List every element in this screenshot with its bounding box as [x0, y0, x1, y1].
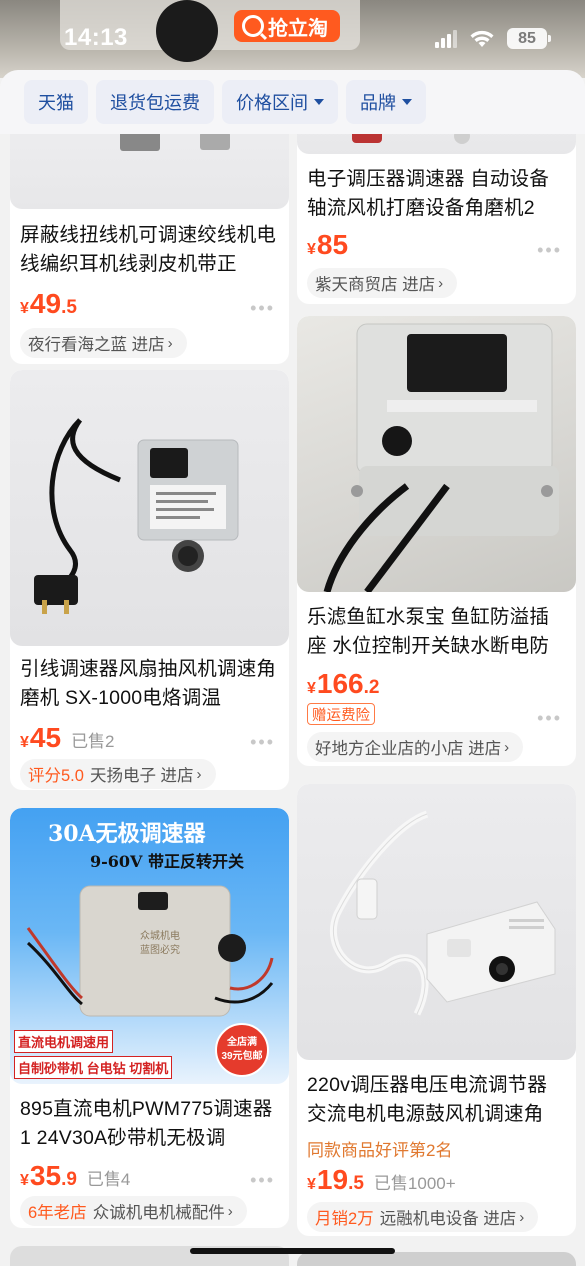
price-currency: ¥: [307, 680, 316, 697]
more-options-icon[interactable]: •••: [250, 732, 275, 753]
chevron-right-icon: ›: [504, 738, 510, 756]
status-time: 14:13: [64, 24, 128, 51]
product-feed[interactable]: 屏蔽线扭线机可调速绞线机电线编织耳机线剥皮机带正 ¥ 49 .5 ••• 夜行看…: [0, 134, 585, 1266]
shop-name: 夜行看海之蓝 进店: [28, 336, 165, 354]
status-bar: 14:13 抢立淘 85: [0, 0, 585, 74]
image-label-2: 自制砂带机 台电钻 切割机: [14, 1056, 173, 1079]
price-decimal: .2: [363, 677, 380, 698]
caret-down-icon: [314, 99, 324, 105]
image-label-1: 直流电机调速用: [14, 1030, 114, 1053]
shop-name: 众诚机电机械配件: [92, 1204, 225, 1222]
product-title[interactable]: 屏蔽线扭线机可调速绞线机电线编织耳机线剥皮机带正: [20, 221, 279, 279]
product-price: ¥ 35 .9 已售4: [20, 1160, 130, 1192]
product-title[interactable]: 895直流电机PWM775调速器1 24V30A砂带机无极调: [20, 1095, 279, 1153]
caret-down-icon: [402, 99, 412, 105]
product-title[interactable]: 电子调压器调速器 自动设备轴流风机打磨设备角磨机2: [307, 165, 566, 223]
product-image[interactable]: [10, 370, 289, 646]
product-title[interactable]: 引线调速器风扇抽风机调速角磨机 SX-1000电烙调温: [20, 655, 279, 713]
chevron-right-icon: ›: [196, 765, 202, 783]
more-options-icon[interactable]: •••: [250, 298, 275, 319]
wifi-icon: [469, 29, 495, 49]
product-card[interactable]: 引线调速器风扇抽风机调速角磨机 SX-1000电烙调温 ¥ 45 已售2 •••…: [10, 370, 289, 790]
app-return-badge[interactable]: 抢立淘: [234, 10, 340, 42]
shop-age-badge: 6年老店: [28, 1204, 87, 1222]
filter-free-return-shipping[interactable]: 退货包运费: [96, 80, 214, 124]
filter-bar: 天猫 退货包运费 价格区间 品牌: [0, 70, 585, 134]
shop-name: 天扬电子 进店: [89, 767, 194, 785]
price-currency: ¥: [20, 1172, 29, 1189]
shop-link[interactable]: 紫天商贸店 进店 ›: [307, 268, 458, 298]
price-decimal: .5: [348, 1173, 364, 1194]
price-integer: 85: [316, 229, 349, 260]
shop-name: 好地方企业店的小店 进店: [315, 740, 502, 758]
product-price: ¥ 45 已售2: [20, 722, 115, 754]
product-price: ¥ 19 .5 已售1000+: [307, 1164, 456, 1196]
price-decimal: .9: [61, 1169, 77, 1190]
app-badge-label: 抢立淘: [268, 17, 328, 40]
product-title[interactable]: 乐滤鱼缸水泵宝 鱼缸防溢插座 水位控制开关缺水断电防: [307, 603, 566, 661]
price-currency: ¥: [307, 241, 316, 258]
product-image[interactable]: 30A无极调速器 9-60V 带正反转开关 众城机电 蓝图必究 直流电机调速用 …: [10, 808, 289, 1084]
more-options-icon[interactable]: •••: [537, 240, 562, 261]
price-currency: ¥: [307, 1176, 316, 1193]
more-options-icon[interactable]: •••: [537, 708, 562, 729]
cellular-signal-icon: [435, 29, 457, 48]
product-card-peek[interactable]: [297, 1252, 576, 1266]
product-card[interactable]: 乐滤鱼缸水泵宝 鱼缸防溢插座 水位控制开关缺水断电防 ¥ 166 .2 赠运费险…: [297, 316, 576, 766]
filter-tmall[interactable]: 天猫: [24, 80, 88, 124]
chevron-right-icon: ›: [438, 274, 444, 292]
filter-label: 品牌: [360, 93, 396, 113]
price-currency: ¥: [20, 300, 29, 317]
price-decimal: .5: [61, 297, 77, 318]
chevron-right-icon: ›: [167, 334, 173, 352]
price-integer: 35: [29, 1160, 62, 1191]
home-indicator[interactable]: [190, 1248, 395, 1254]
battery-indicator: 85: [507, 28, 551, 49]
filter-label: 天猫: [38, 93, 74, 113]
monthly-sales-badge: 月销2万: [315, 1210, 374, 1228]
shop-link[interactable]: 夜行看海之蓝 进店 ›: [20, 328, 187, 358]
product-price: ¥ 166 .2: [307, 668, 379, 700]
product-card[interactable]: 屏蔽线扭线机可调速绞线机电线编织耳机线剥皮机带正 ¥ 49 .5 ••• 夜行看…: [10, 134, 289, 364]
shop-link[interactable]: 月销2万 远融机电设备 进店 ›: [307, 1202, 539, 1232]
shop-link[interactable]: 6年老店 众诚机电机械配件 ›: [20, 1196, 247, 1226]
sold-count: 已售2: [71, 732, 115, 751]
shop-link[interactable]: 评分5.0 天扬电子 进店 ›: [20, 759, 216, 789]
shop-name: 紫天商贸店 进店: [315, 276, 436, 294]
product-image[interactable]: [297, 316, 576, 592]
filter-label: 退货包运费: [110, 93, 200, 113]
free-return-insurance-tag: 赠运费险: [307, 703, 375, 725]
filter-price-range[interactable]: 价格区间: [222, 80, 338, 124]
shop-rating: 评分5.0: [28, 767, 84, 785]
chevron-right-icon: ›: [227, 1202, 233, 1220]
more-options-icon[interactable]: •••: [250, 1170, 275, 1191]
image-box-text: 众城机电 蓝图必究: [140, 931, 180, 956]
price-integer: 45: [29, 722, 62, 753]
product-image[interactable]: [10, 134, 289, 209]
system-icons: 85: [435, 28, 551, 49]
product-card[interactable]: 电子调压器调速器 自动设备轴流风机打磨设备角磨机2 ¥ 85 ••• 紫天商贸店…: [297, 134, 576, 304]
sold-count: 已售1000+: [373, 1174, 456, 1193]
image-promo: 全店满 39元包邮: [221, 1037, 263, 1062]
product-title[interactable]: 220v调压器电压电流调节器交流电机电源鼓风机调速角: [307, 1071, 566, 1129]
filter-label: 价格区间: [236, 93, 308, 113]
price-integer: 19: [316, 1164, 349, 1195]
shop-name: 远融机电设备 进店: [379, 1210, 517, 1228]
price-integer: 49: [29, 288, 62, 319]
product-image[interactable]: [297, 784, 576, 1060]
filter-brand[interactable]: 品牌: [346, 80, 426, 124]
price-currency: ¥: [20, 734, 29, 751]
product-image[interactable]: [297, 134, 576, 154]
product-price: ¥ 49 .5: [20, 288, 77, 320]
price-integer: 166: [316, 668, 364, 699]
sold-count: 已售4: [86, 1170, 131, 1189]
chevron-right-icon: ›: [519, 1208, 525, 1226]
product-price: ¥ 85: [307, 229, 348, 261]
search-logo-icon: [242, 15, 264, 37]
same-item-rank[interactable]: 同款商品好评第2名: [307, 1136, 452, 1161]
product-card[interactable]: 30A无极调速器 9-60V 带正反转开关 众城机电 蓝图必究 直流电机调速用 …: [10, 808, 289, 1228]
shop-link[interactable]: 好地方企业店的小店 进店 ›: [307, 732, 524, 762]
product-card[interactable]: 220v调压器电压电流调节器交流电机电源鼓风机调速角 同款商品好评第2名 ¥ 1…: [297, 784, 576, 1236]
